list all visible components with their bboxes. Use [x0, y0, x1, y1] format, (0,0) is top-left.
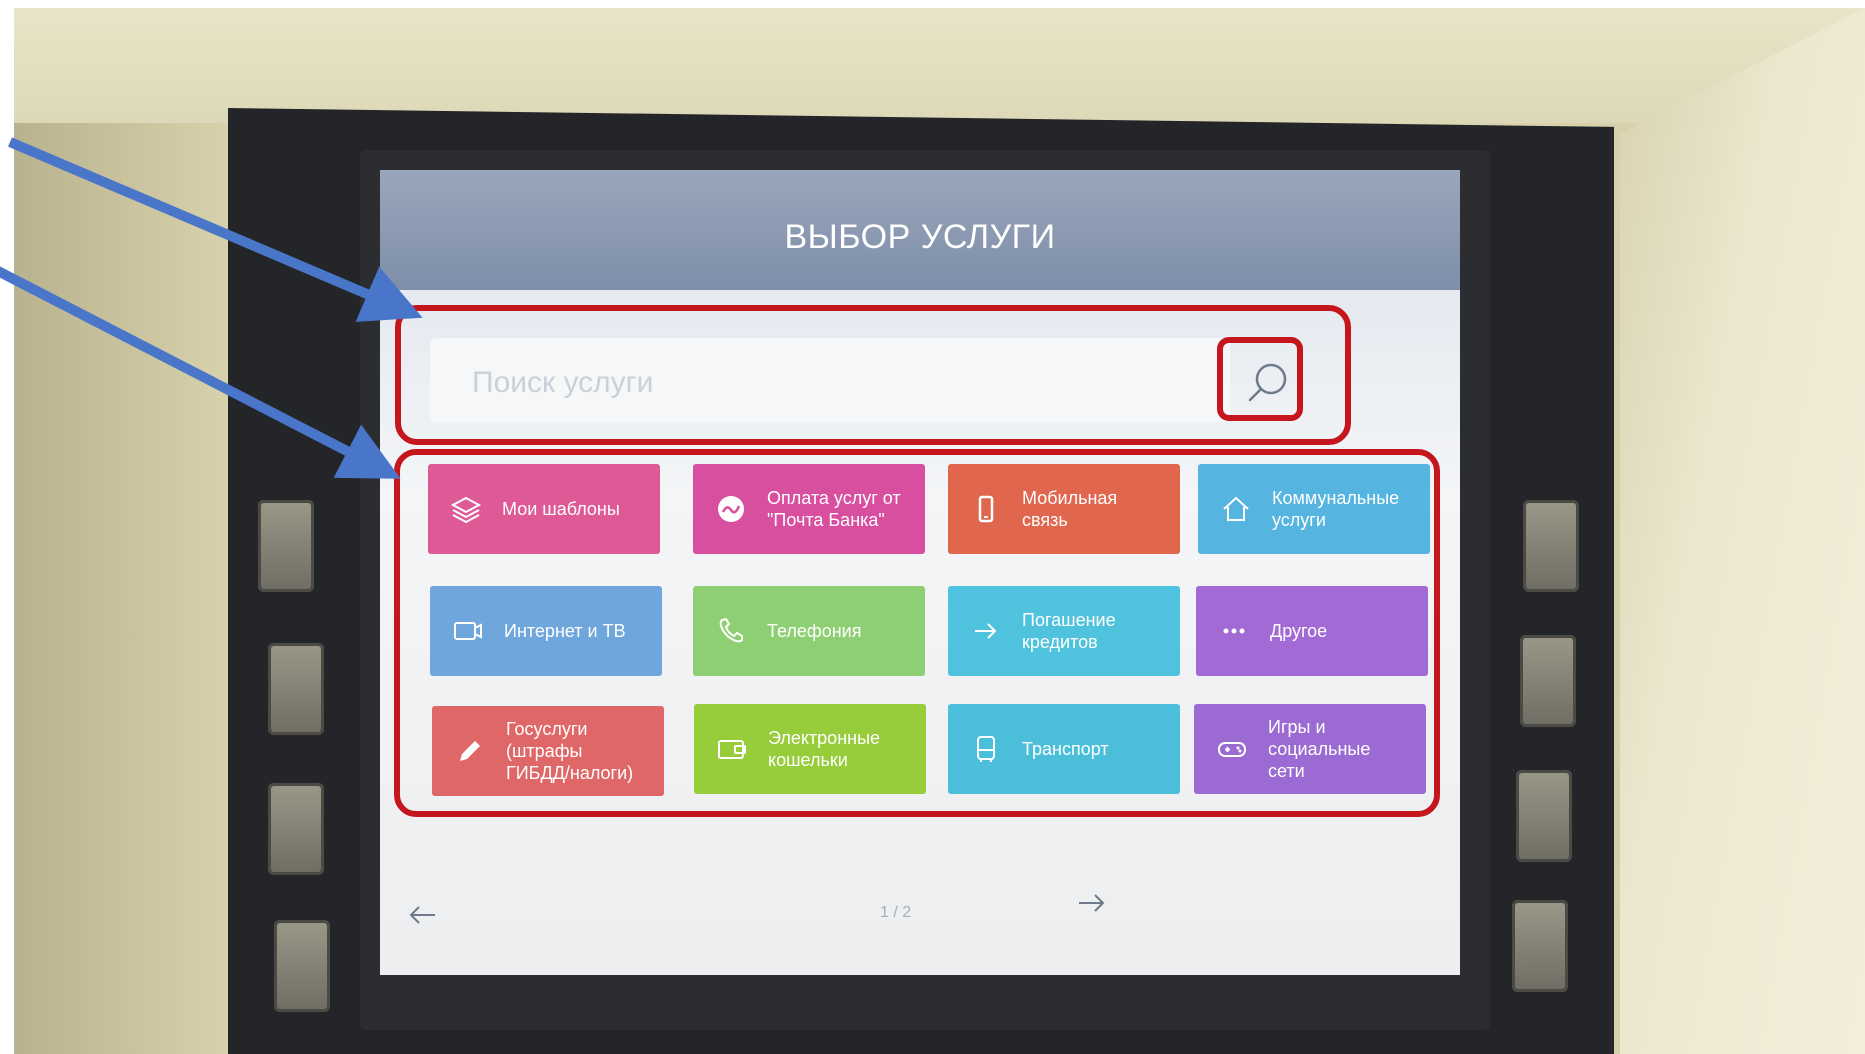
next-page-button[interactable]	[1046, 858, 1136, 948]
page-indicator: 1 / 2	[880, 904, 912, 921]
atm-housing-wall	[1620, 8, 1865, 1054]
arrow-left-icon	[409, 906, 435, 924]
atm-side-button-right-4[interactable]	[1512, 900, 1568, 992]
atm-side-button-right-3[interactable]	[1516, 770, 1572, 862]
search-button-highlight-box	[1217, 337, 1303, 421]
arrow-right-icon	[1079, 894, 1105, 912]
screen-header: ВЫБОР УСЛУГИ	[380, 170, 1460, 290]
atm-side-button-right-1[interactable]	[1523, 500, 1579, 592]
pager: 1 / 2	[380, 870, 1460, 960]
atm-side-button-left-2[interactable]	[268, 643, 324, 735]
tiles-highlight-box	[394, 449, 1440, 817]
page-title: ВЫБОР УСЛУГИ	[784, 218, 1056, 256]
prev-page-button[interactable]	[380, 870, 468, 960]
atm-side-button-left-4[interactable]	[274, 920, 330, 1012]
atm-side-button-left-1[interactable]	[258, 500, 314, 592]
search-highlight-box	[395, 305, 1351, 445]
atm-side-button-left-3[interactable]	[268, 783, 324, 875]
atm-side-button-right-2[interactable]	[1520, 635, 1576, 727]
atm-housing-top	[14, 8, 1865, 123]
